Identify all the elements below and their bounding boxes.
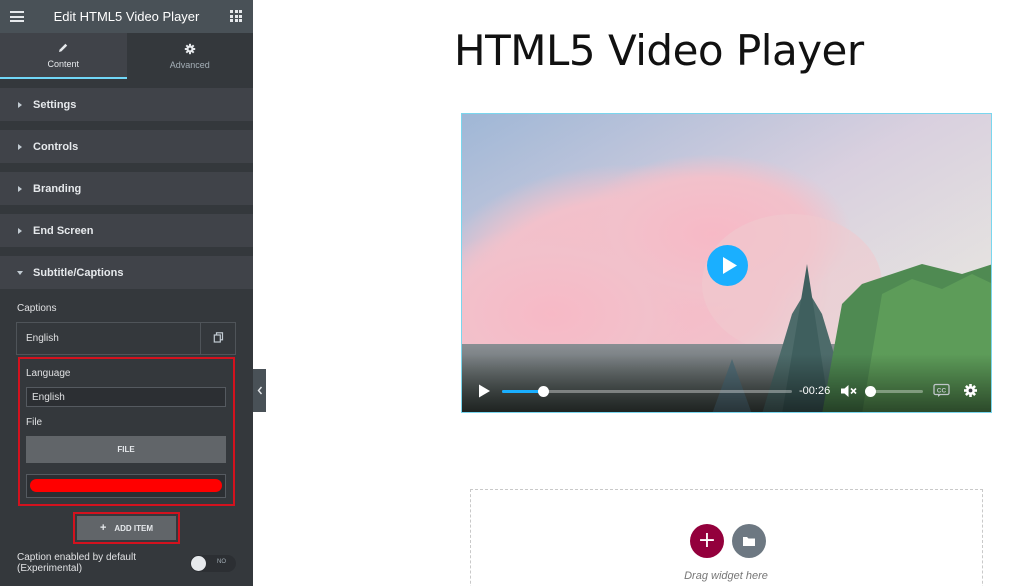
video-player[interactable]: -00:26 CC bbox=[461, 113, 992, 413]
collapse-panel-button[interactable] bbox=[253, 369, 266, 412]
editor-app: Edit HTML5 Video Player Content Advanced bbox=[0, 0, 1024, 586]
caret-right-icon bbox=[18, 185, 22, 192]
add-item-button[interactable]: + ADD ITEM bbox=[77, 516, 176, 540]
caption-default-toggle[interactable]: NO bbox=[190, 555, 236, 572]
caret-right-icon bbox=[18, 101, 22, 108]
caption-item-header[interactable]: English bbox=[16, 322, 236, 355]
section-settings[interactable]: Settings bbox=[0, 88, 253, 121]
file-upload-button[interactable]: FILE bbox=[26, 436, 226, 463]
caption-default-label: Caption enabled by default (Experimental… bbox=[17, 552, 136, 574]
tab-content-label: Content bbox=[47, 58, 80, 69]
editor-sidebar: Edit HTML5 Video Player Content Advanced bbox=[0, 0, 253, 586]
page-title: HTML5 Video Player bbox=[454, 26, 864, 75]
progress-fill bbox=[502, 390, 543, 393]
closed-captions-icon: CC bbox=[933, 383, 950, 397]
plus-icon: + bbox=[99, 522, 107, 534]
language-label: Language bbox=[26, 368, 71, 379]
add-item-label: ADD ITEM bbox=[114, 523, 154, 533]
progress-bar[interactable] bbox=[502, 386, 792, 397]
section-controls[interactable]: Controls bbox=[0, 130, 253, 163]
time-remaining: -00:26 bbox=[799, 385, 831, 397]
plus-icon: + bbox=[697, 528, 717, 553]
panel-tabs: Content Advanced bbox=[0, 33, 253, 79]
play-icon bbox=[479, 384, 490, 398]
sidebar-header: Edit HTML5 Video Player bbox=[0, 0, 253, 33]
pencil-icon bbox=[57, 42, 69, 55]
section-controls-title: Controls bbox=[33, 140, 79, 153]
progress-handle[interactable] bbox=[537, 386, 549, 397]
toggle-knob bbox=[191, 556, 206, 571]
play-icon bbox=[723, 257, 737, 274]
toggle-state-label: NO bbox=[217, 559, 226, 565]
gear-icon bbox=[964, 384, 977, 397]
caret-down-icon bbox=[17, 270, 23, 275]
add-section-button[interactable]: + bbox=[690, 524, 724, 558]
add-template-button[interactable] bbox=[732, 524, 766, 558]
section-end-screen[interactable]: End Screen bbox=[0, 214, 253, 247]
volume-slider[interactable] bbox=[865, 386, 923, 397]
caret-right-icon bbox=[18, 227, 22, 234]
volume-handle[interactable] bbox=[865, 386, 876, 397]
mute-button[interactable] bbox=[840, 383, 858, 399]
section-branding[interactable]: Branding bbox=[0, 172, 253, 205]
section-branding-title: Branding bbox=[33, 182, 82, 195]
drag-widget-hint: Drag widget here bbox=[684, 570, 768, 582]
file-url-field[interactable] bbox=[26, 474, 226, 498]
language-input[interactable] bbox=[26, 387, 226, 407]
chevron-left-icon bbox=[257, 382, 263, 400]
tab-content[interactable]: Content bbox=[0, 33, 127, 79]
section-settings-title: Settings bbox=[33, 98, 77, 111]
copy-icon bbox=[213, 330, 224, 348]
volume-muted-icon bbox=[841, 385, 857, 397]
panel-title: Edit HTML5 Video Player bbox=[53, 9, 200, 24]
play-button[interactable] bbox=[476, 383, 492, 399]
section-end-screen-title: End Screen bbox=[33, 224, 94, 237]
captions-label: Captions bbox=[17, 303, 57, 314]
widgets-grid-icon[interactable] bbox=[230, 10, 242, 22]
section-subtitle-captions[interactable]: Subtitle/Captions bbox=[0, 256, 253, 289]
caret-right-icon bbox=[18, 143, 22, 150]
svg-text:CC: CC bbox=[937, 388, 947, 395]
caption-item-title: English bbox=[26, 333, 59, 344]
redacted-file-url bbox=[30, 479, 222, 492]
gear-icon bbox=[184, 43, 196, 56]
duplicate-button[interactable] bbox=[200, 323, 235, 354]
settings-button[interactable] bbox=[963, 383, 978, 398]
section-subtitle-captions-title: Subtitle/Captions bbox=[33, 266, 124, 279]
tab-advanced-label: Advanced bbox=[169, 59, 210, 70]
tab-advanced[interactable]: Advanced bbox=[127, 33, 254, 79]
play-overlay-button[interactable] bbox=[707, 245, 748, 286]
captions-button[interactable]: CC bbox=[933, 383, 951, 398]
file-label: File bbox=[26, 417, 43, 428]
folder-icon bbox=[743, 537, 755, 546]
